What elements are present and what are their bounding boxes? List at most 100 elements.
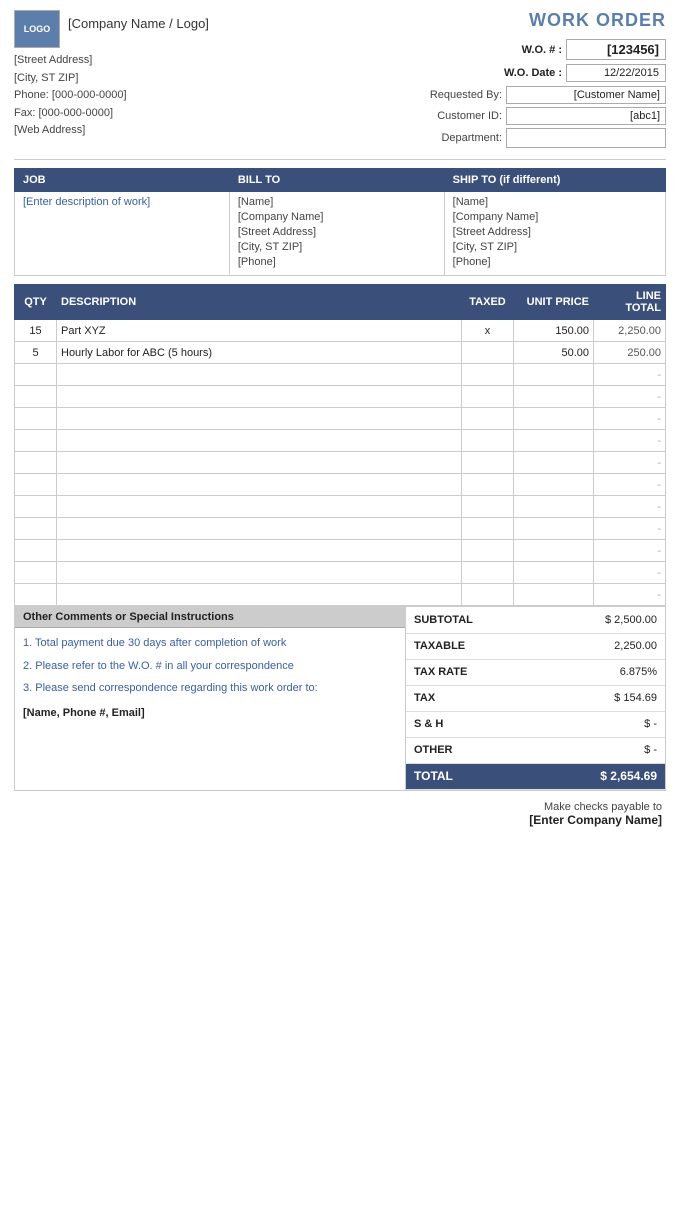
col-header-desc: DESCRIPTION — [57, 285, 462, 320]
unit-price-cell[interactable]: 50.00 — [514, 342, 594, 364]
taxed-cell — [462, 430, 514, 452]
taxed-cell — [462, 408, 514, 430]
subtotal-value: $ 2,500.00 — [537, 607, 665, 633]
customer-id-input[interactable]: [abc1] — [506, 107, 666, 125]
line-total-cell: - — [594, 562, 666, 584]
qty-cell — [15, 540, 57, 562]
col-header-unit-price: UNIT PRICE — [514, 285, 594, 320]
department-label: Department: — [441, 132, 502, 144]
customer-id-row: Customer ID: [abc1] — [426, 107, 666, 125]
line-total-cell: 2,250.00 — [594, 320, 666, 342]
comments-body: 1. Total payment due 30 days after compl… — [15, 628, 405, 729]
qty-cell — [15, 386, 57, 408]
desc-cell — [57, 452, 462, 474]
wo-number-row: W.O. # : [123456] — [426, 39, 666, 60]
taxed-cell — [462, 386, 514, 408]
bill-name: [Name] — [238, 196, 436, 208]
work-order-title: WORK ORDER — [426, 10, 666, 31]
total-label: TOTAL — [406, 763, 537, 789]
unit-price-cell — [514, 386, 594, 408]
desc-cell[interactable]: Part XYZ — [57, 320, 462, 342]
customer-id-label: Customer ID: — [437, 110, 502, 122]
requested-by-row: Requested By: [Customer Name] — [426, 86, 666, 104]
desc-cell[interactable]: Hourly Labor for ABC (5 hours) — [57, 342, 462, 364]
qty-cell — [15, 584, 57, 606]
line-total-cell: - — [594, 496, 666, 518]
bill-to-cell: [Name] [Company Name] [Street Address] [… — [229, 192, 444, 276]
unit-price-cell[interactable]: 150.00 — [514, 320, 594, 342]
taxed-cell — [462, 562, 514, 584]
tax-label: TAX — [406, 685, 537, 711]
desc-cell — [57, 496, 462, 518]
table-row: - — [15, 562, 666, 584]
col-header-qty: QTY — [15, 285, 57, 320]
header-section: LOGO [Company Name / Logo] [Street Addre… — [14, 10, 666, 151]
col-header-bill: BILL TO — [229, 169, 444, 192]
unit-price-cell — [514, 562, 594, 584]
tax-value: $ 154.69 — [537, 685, 665, 711]
tax-row: TAX $ 154.69 — [406, 685, 665, 711]
company-address-lines: [Street Address] [City, ST ZIP] Phone: [… — [14, 52, 426, 140]
web-address: [Web Address] — [14, 122, 426, 140]
other-label: OTHER — [406, 737, 537, 763]
qty-cell — [15, 430, 57, 452]
taxed-cell: x — [462, 320, 514, 342]
department-input[interactable] — [506, 128, 666, 148]
wo-number-label: W.O. # : — [522, 44, 562, 56]
wo-date-value[interactable]: 12/22/2015 — [566, 64, 666, 82]
table-row: - — [15, 430, 666, 452]
qty-cell[interactable]: 15 — [15, 320, 57, 342]
total-value: $ 2,654.69 — [537, 763, 665, 789]
footer-company-name: [Enter Company Name] — [14, 813, 662, 827]
job-bill-ship-table: JOB BILL TO SHIP TO (if different) [Ente… — [14, 168, 666, 276]
desc-cell — [57, 408, 462, 430]
ship-street: [Street Address] — [453, 226, 657, 238]
tax-rate-value: 6.875% — [537, 659, 665, 685]
line-total-cell: - — [594, 386, 666, 408]
qty-cell — [15, 496, 57, 518]
requested-by-input[interactable]: [Customer Name] — [506, 86, 666, 104]
line-total-cell: - — [594, 540, 666, 562]
sh-row: S & H $ - — [406, 711, 665, 737]
comment-2: 2. Please refer to the W.O. # in all you… — [23, 657, 397, 676]
phone: Phone: [000-000-0000] — [14, 87, 426, 105]
table-row: - — [15, 386, 666, 408]
ship-name: [Name] — [453, 196, 657, 208]
taxed-cell — [462, 496, 514, 518]
comments-header: Other Comments or Special Instructions — [15, 607, 405, 628]
table-row: - — [15, 540, 666, 562]
tax-rate-label: TAX RATE — [406, 659, 537, 685]
ship-to-cell: [Name] [Company Name] [Street Address] [… — [444, 192, 665, 276]
desc-cell — [57, 430, 462, 452]
job-description-cell[interactable]: [Enter description of work] — [15, 192, 230, 276]
wo-number-value[interactable]: [123456] — [566, 39, 666, 60]
table-row: - — [15, 474, 666, 496]
taxed-cell — [462, 474, 514, 496]
comments-section: Other Comments or Special Instructions 1… — [14, 606, 406, 791]
company-info: LOGO [Company Name / Logo] [Street Addre… — [14, 10, 426, 140]
desc-cell — [57, 540, 462, 562]
wo-header-right: WORK ORDER W.O. # : [123456] W.O. Date :… — [426, 10, 666, 151]
fax: Fax: [000-000-0000] — [14, 105, 426, 123]
sh-value: $ - — [537, 711, 665, 737]
company-name: [Company Name / Logo] — [68, 16, 209, 31]
unit-price-cell — [514, 496, 594, 518]
subtotal-label: SUBTOTAL — [406, 607, 537, 633]
logo-box: LOGO — [14, 10, 60, 48]
other-value: $ - — [537, 737, 665, 763]
unit-price-cell — [514, 364, 594, 386]
line-total-cell: - — [594, 430, 666, 452]
totals-table: SUBTOTAL $ 2,500.00 TAXABLE 2,250.00 TAX… — [406, 607, 665, 790]
qty-cell[interactable]: 5 — [15, 342, 57, 364]
tax-rate-row: TAX RATE 6.875% — [406, 659, 665, 685]
qty-cell — [15, 452, 57, 474]
col-header-ship: SHIP TO (if different) — [444, 169, 665, 192]
desc-cell — [57, 474, 462, 496]
wo-date-label: W.O. Date : — [504, 67, 562, 79]
ship-city: [City, ST ZIP] — [453, 241, 657, 253]
line-total-cell: - — [594, 408, 666, 430]
header-divider — [14, 159, 666, 160]
qty-cell — [15, 474, 57, 496]
taxed-cell — [462, 540, 514, 562]
contact-fields: Requested By: [Customer Name] Customer I… — [426, 86, 666, 148]
